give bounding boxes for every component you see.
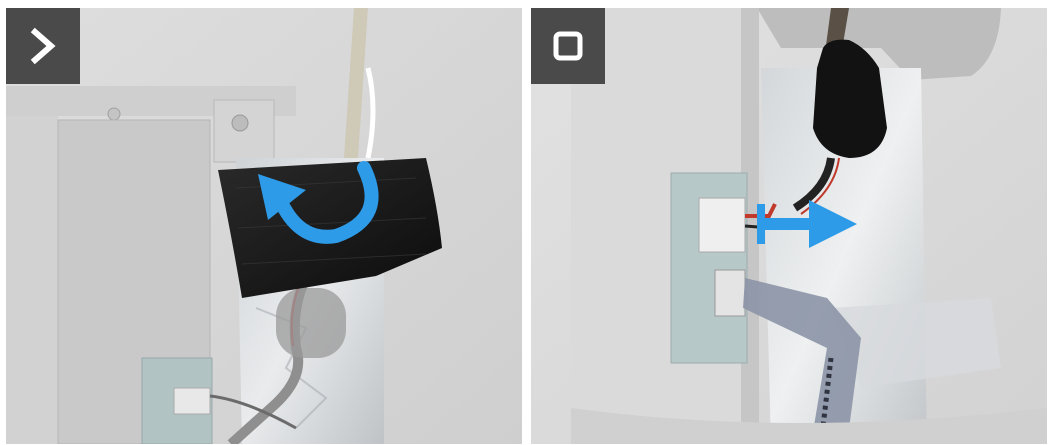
bracket <box>213 99 275 163</box>
photo-scene <box>531 8 1047 444</box>
step-badge-next <box>6 8 80 84</box>
photo-panel-step-2 <box>531 8 1047 444</box>
screw <box>107 107 121 121</box>
ribbon-connector <box>714 269 746 317</box>
photo-panel-step-1 <box>6 8 522 444</box>
connector <box>173 387 211 415</box>
side-cover <box>6 116 58 444</box>
step-badge-stop <box>531 8 605 84</box>
ferrite-core <box>276 288 346 358</box>
screw-hole <box>231 114 249 132</box>
photo-scene <box>6 8 522 444</box>
chevron-right-icon <box>30 27 56 65</box>
square-stop-icon <box>553 31 583 61</box>
cable-connector <box>698 197 746 253</box>
